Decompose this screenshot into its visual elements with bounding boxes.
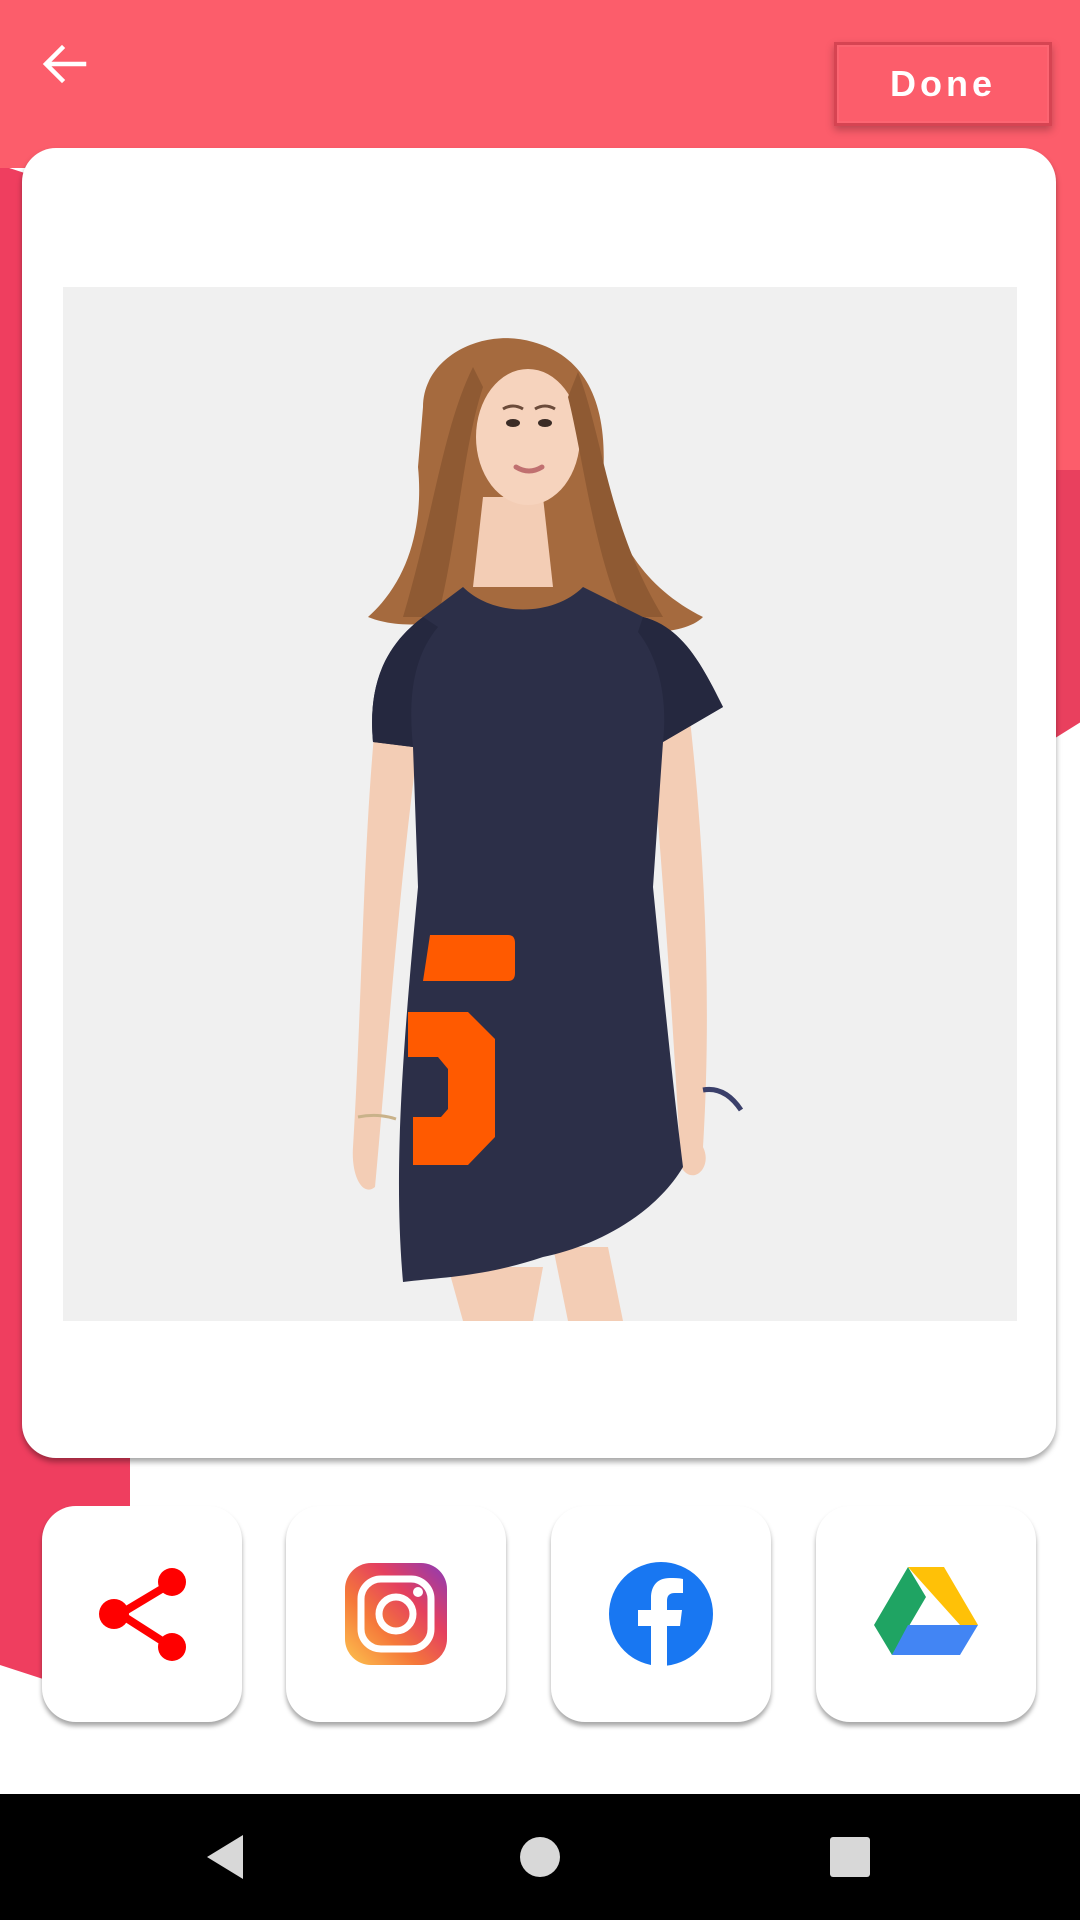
system-navigation-bar bbox=[0, 1794, 1080, 1920]
model-illustration bbox=[63, 287, 1017, 1321]
facebook-share-button[interactable] bbox=[551, 1506, 771, 1722]
back-button[interactable] bbox=[28, 28, 100, 100]
share-row bbox=[0, 1506, 1080, 1726]
google-drive-share-button[interactable] bbox=[816, 1506, 1036, 1722]
share-button[interactable] bbox=[42, 1506, 242, 1722]
nav-home-icon bbox=[520, 1837, 560, 1877]
tshirt-dress-preview-image bbox=[63, 287, 1017, 1321]
facebook-icon bbox=[609, 1562, 713, 1666]
nav-recents-icon bbox=[830, 1837, 870, 1877]
google-drive-icon bbox=[874, 1567, 978, 1655]
arrow-left-icon bbox=[42, 44, 87, 84]
nav-back-button[interactable] bbox=[190, 1822, 260, 1892]
instagram-share-button[interactable] bbox=[286, 1506, 506, 1722]
nav-home-button[interactable] bbox=[505, 1822, 575, 1892]
nav-back-icon bbox=[207, 1835, 243, 1879]
nav-recents-button[interactable] bbox=[815, 1822, 885, 1892]
screen: Done bbox=[0, 0, 1080, 1920]
done-button[interactable]: Done bbox=[834, 42, 1052, 126]
share-icon bbox=[99, 1568, 186, 1661]
instagram-icon bbox=[345, 1563, 447, 1665]
